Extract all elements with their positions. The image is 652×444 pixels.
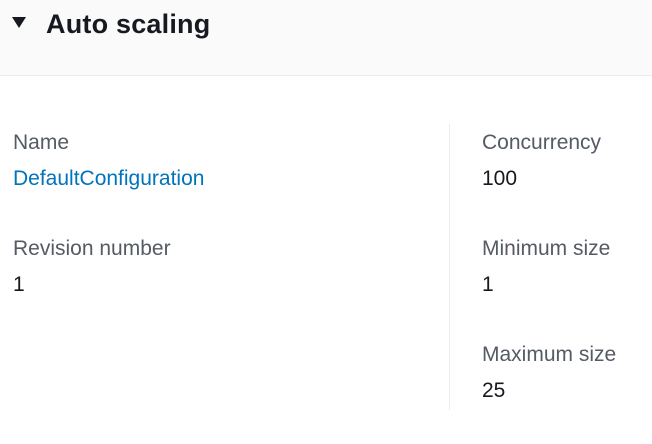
concurrency-label: Concurrency: [482, 131, 602, 154]
configuration-name-link[interactable]: DefaultConfiguration: [13, 167, 204, 190]
maximum-size-label: Maximum size: [482, 343, 617, 366]
minimum-size-field: Minimum size 1: [482, 232, 616, 338]
revision-value: 1: [13, 273, 25, 296]
name-field: Name DefaultConfiguration: [13, 126, 204, 232]
maximum-size-value: 25: [482, 379, 506, 402]
revision-label: Revision number: [13, 237, 171, 260]
minimum-size-value: 1: [482, 273, 494, 296]
right-column: Concurrency 100 Minimum size 1 Maximum s…: [482, 126, 616, 444]
concurrency-field: Concurrency 100: [482, 126, 616, 232]
caret-down-icon[interactable]: [12, 17, 26, 28]
revision-field: Revision number 1: [13, 232, 204, 338]
maximum-size-field: Maximum size 25: [482, 338, 616, 444]
left-column: Name DefaultConfiguration Revision numbe…: [13, 126, 204, 338]
concurrency-value: 100: [482, 167, 518, 190]
column-divider: [449, 124, 450, 410]
minimum-size-label: Minimum size: [482, 237, 611, 260]
name-label: Name: [13, 131, 70, 154]
section-header[interactable]: Auto scaling: [0, 0, 652, 76]
section-title[interactable]: Auto scaling: [46, 6, 210, 42]
